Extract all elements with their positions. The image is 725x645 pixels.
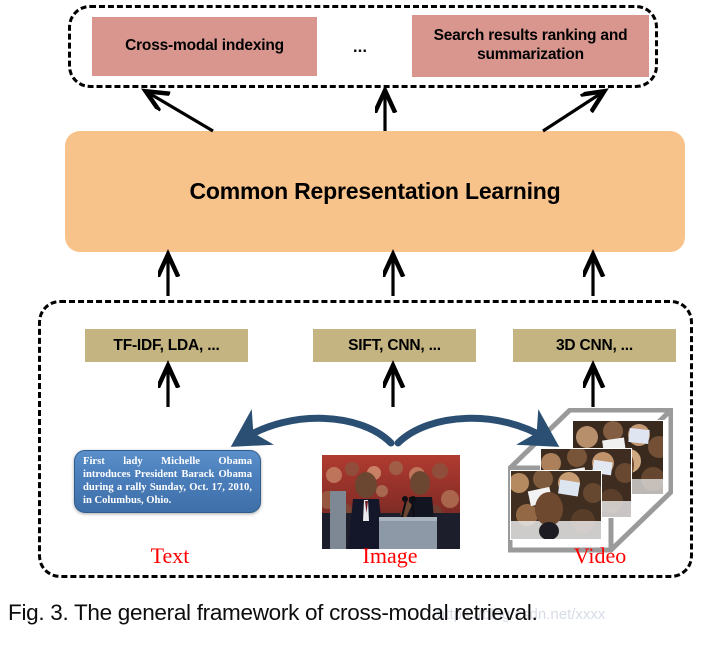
modality-label-text: Text xyxy=(150,543,190,568)
application-box-cross-modal-indexing[interactable]: Cross-modal indexing xyxy=(92,17,317,76)
figure-canvas: Cross-modal indexing ... Search results … xyxy=(0,0,725,645)
common-representation-learning-box[interactable]: Common Representation Learning xyxy=(65,131,685,252)
modality-label-image: Image xyxy=(362,543,418,568)
crowd-frame-a xyxy=(511,471,601,539)
figure-caption: Fig. 3. The general framework of cross-m… xyxy=(8,600,538,625)
arrow-crl-to-applications xyxy=(147,92,603,133)
video-modality-stack xyxy=(508,408,673,553)
feature-box-video[interactable]: 3D CNN, ... xyxy=(513,329,676,362)
obama-podium-illustration xyxy=(322,455,460,549)
application-ellipsis: ... xyxy=(352,37,368,56)
arrow-features-to-crl xyxy=(168,256,593,296)
image-modality-photo xyxy=(322,455,460,549)
video-frame-1 xyxy=(510,470,602,540)
application-box-search-results-ranking[interactable]: Search results ranking and summarization xyxy=(412,15,649,77)
feature-box-image[interactable]: SIFT, CNN, ... xyxy=(313,329,476,362)
text-modality-bubble: First lady Michelle Obama introduces Pre… xyxy=(74,450,261,513)
modality-label-video: Video xyxy=(573,543,627,568)
feature-box-text[interactable]: TF-IDF, LDA, ... xyxy=(85,329,248,362)
